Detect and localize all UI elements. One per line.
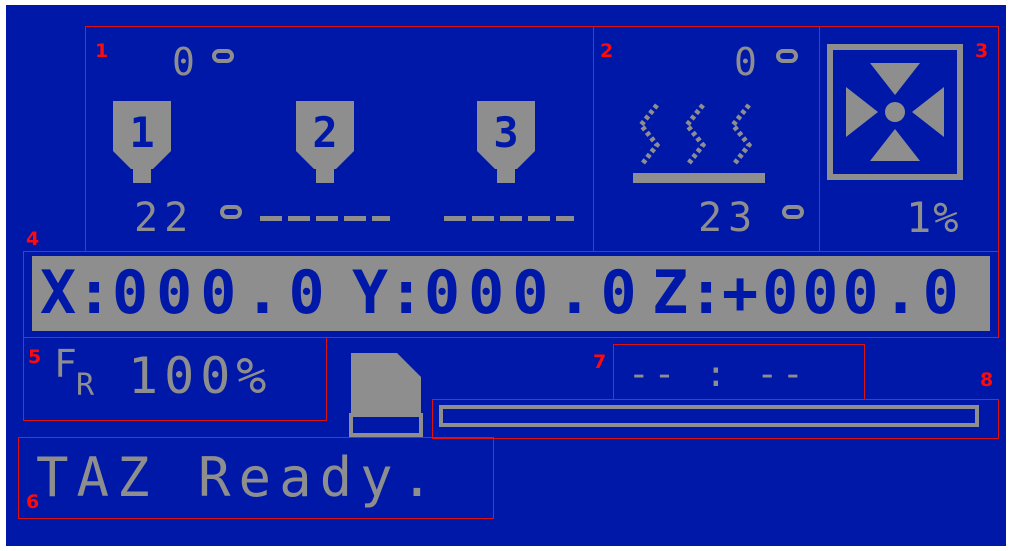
section-number-4: 4 <box>26 228 40 250</box>
fan-speed: 1% <box>906 193 961 242</box>
hotend-icon: 2 <box>296 101 354 183</box>
print-time: -- : -- <box>628 354 808 395</box>
hotend-current-temp: 22 <box>134 195 195 241</box>
position-z-label: Z: <box>652 258 725 328</box>
status-message: TAZ Ready. <box>36 446 442 509</box>
position-x-value: 000.0 <box>112 258 333 328</box>
section-number-1: 1 <box>95 40 109 62</box>
position-z-value: +000.0 <box>722 258 963 328</box>
lcd-screen: 1 2 3 4 5 6 7 8 0 1 2 3 22 ----- ----- 0… <box>6 5 1006 546</box>
bed-target-temp: 0 <box>734 40 757 84</box>
hotend-3-temp: ----- <box>444 201 447 202</box>
section-number-8: 8 <box>980 369 994 391</box>
section-number-7: 7 <box>593 351 607 373</box>
bed-heat-icon <box>633 103 765 183</box>
fan-icon <box>827 44 963 180</box>
bed-current-temp: 23 <box>698 195 759 241</box>
degree-icon <box>776 49 798 63</box>
feedrate-label: F <box>54 342 77 386</box>
section-number-5: 5 <box>28 346 42 368</box>
hotend-icon: 1 <box>113 101 171 183</box>
section-number-2: 2 <box>600 40 614 62</box>
degree-icon <box>782 205 804 219</box>
hotend-icon: 3 <box>477 101 535 183</box>
sd-card-icon <box>349 353 423 437</box>
position-y-label: Y: <box>352 258 425 328</box>
position-display: X: 000.0 Y: 000.0 Z: +000.0 <box>32 256 990 331</box>
degree-icon <box>220 205 242 219</box>
section-number-3: 3 <box>975 40 989 62</box>
hotend-label-2: 2 <box>312 108 337 157</box>
progress-bar <box>439 405 979 427</box>
hotend-2-temp: ----- <box>260 201 263 202</box>
degree-icon <box>212 49 234 63</box>
hotend-3-temp-dashes <box>444 216 574 221</box>
feedrate-value: 100% <box>128 347 273 405</box>
feedrate-label-sub: R <box>76 368 95 403</box>
hotend-target-temp: 0 <box>172 40 195 84</box>
hotend-label-3: 3 <box>493 108 518 157</box>
position-y-value: 000.0 <box>424 258 645 328</box>
hotend-label-1: 1 <box>129 108 154 157</box>
hotend-2-temp-dashes <box>260 216 390 221</box>
position-x-label: X: <box>40 258 113 328</box>
